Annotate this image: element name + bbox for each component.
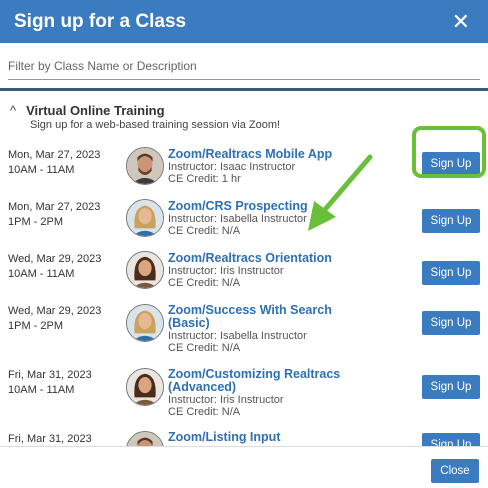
sign-up-button[interactable]: Sign Up (422, 261, 480, 285)
class-title-link[interactable]: (Advanced) (168, 381, 398, 394)
sign-up-button[interactable]: Sign Up (422, 209, 480, 233)
modal-title: Sign up for a Class (14, 10, 187, 32)
class-instructor: Instructor: Isabella Instructor (168, 330, 307, 342)
sign-up-button[interactable]: Sign Up (422, 375, 480, 399)
class-date: Fri, Mar 31, 2023 (8, 369, 92, 381)
highlight-box (412, 126, 486, 178)
class-datetime: Wed, Mar 29, 2023 1PM - 2PM (8, 304, 101, 334)
class-date: Wed, Mar 29, 2023 (8, 253, 102, 265)
class-ce-credit: CE Credit: N/A (168, 342, 241, 354)
class-title-link[interactable]: Zoom/Realtracs Orientation (168, 252, 398, 265)
female-instructor-avatar (126, 368, 164, 406)
sign-up-button[interactable]: Sign Up (422, 311, 480, 335)
close-icon[interactable]: ✕ (448, 9, 474, 35)
sign-up-button[interactable]: Sign Up (422, 433, 480, 446)
class-info: Zoom/Customizing Realtracs (Advanced) In… (168, 368, 398, 419)
class-ce-credit: CE Credit: N/A (168, 406, 241, 418)
class-info: Zoom/Listing Input (168, 431, 398, 444)
class-datetime: Mon, Mar 27, 2023 1PM - 2PM (8, 200, 100, 230)
class-title-link[interactable]: (Basic) (168, 317, 398, 330)
close-button[interactable]: Close (431, 459, 479, 483)
male-instructor-avatar (126, 147, 164, 185)
class-list: ^ Virtual Online Training Sign up for a … (0, 91, 488, 446)
modal-footer: Close (0, 446, 488, 488)
annotation-arrow-icon (308, 154, 373, 231)
class-time: 1PM - 2PM (8, 216, 64, 228)
class-instructor: Instructor: Iris Instructor (168, 394, 284, 406)
male-instructor-avatar (126, 431, 164, 446)
section-title: Virtual Online Training (26, 103, 165, 118)
class-date: Mon, Mar 27, 2023 (8, 149, 101, 161)
class-time: 1PM - 2PM (8, 320, 64, 332)
class-datetime: Fri, Mar 31, 2023 (8, 432, 92, 446)
chevron-up-icon[interactable]: ^ (10, 103, 16, 118)
section-subtitle: Sign up for a web-based training session… (30, 119, 281, 131)
class-info: Zoom/Success With Search (Basic) Instruc… (168, 304, 398, 355)
class-datetime: Wed, Mar 29, 2023 10AM - 11AM (8, 252, 101, 282)
female-instructor-avatar (126, 304, 164, 342)
class-time: 10AM - 11AM (8, 268, 75, 280)
class-ce-credit: CE Credit: N/A (168, 277, 241, 289)
class-title-link[interactable]: Zoom/Listing Input (168, 431, 398, 444)
female-instructor-avatar (126, 199, 164, 237)
modal-header: Sign up for a Class ✕ (0, 0, 488, 43)
female-instructor-avatar (126, 251, 164, 289)
class-datetime: Fri, Mar 31, 2023 10AM - 11AM (8, 368, 92, 398)
class-date: Fri, Mar 31, 2023 (8, 433, 92, 445)
class-date: Wed, Mar 29, 2023 (8, 305, 102, 317)
class-info: Zoom/Realtracs Orientation Instructor: I… (168, 252, 398, 290)
class-instructor: Instructor: Iris Instructor (168, 265, 284, 277)
class-time: 10AM - 11AM (8, 384, 75, 396)
class-time: 10AM - 11AM (8, 164, 75, 176)
filter-input[interactable] (8, 52, 480, 79)
class-datetime: Mon, Mar 27, 2023 10AM - 11AM (8, 148, 100, 178)
class-date: Mon, Mar 27, 2023 (8, 201, 101, 213)
section-header[interactable]: ^ Virtual Online Training (10, 103, 165, 118)
filter-field (8, 52, 480, 80)
